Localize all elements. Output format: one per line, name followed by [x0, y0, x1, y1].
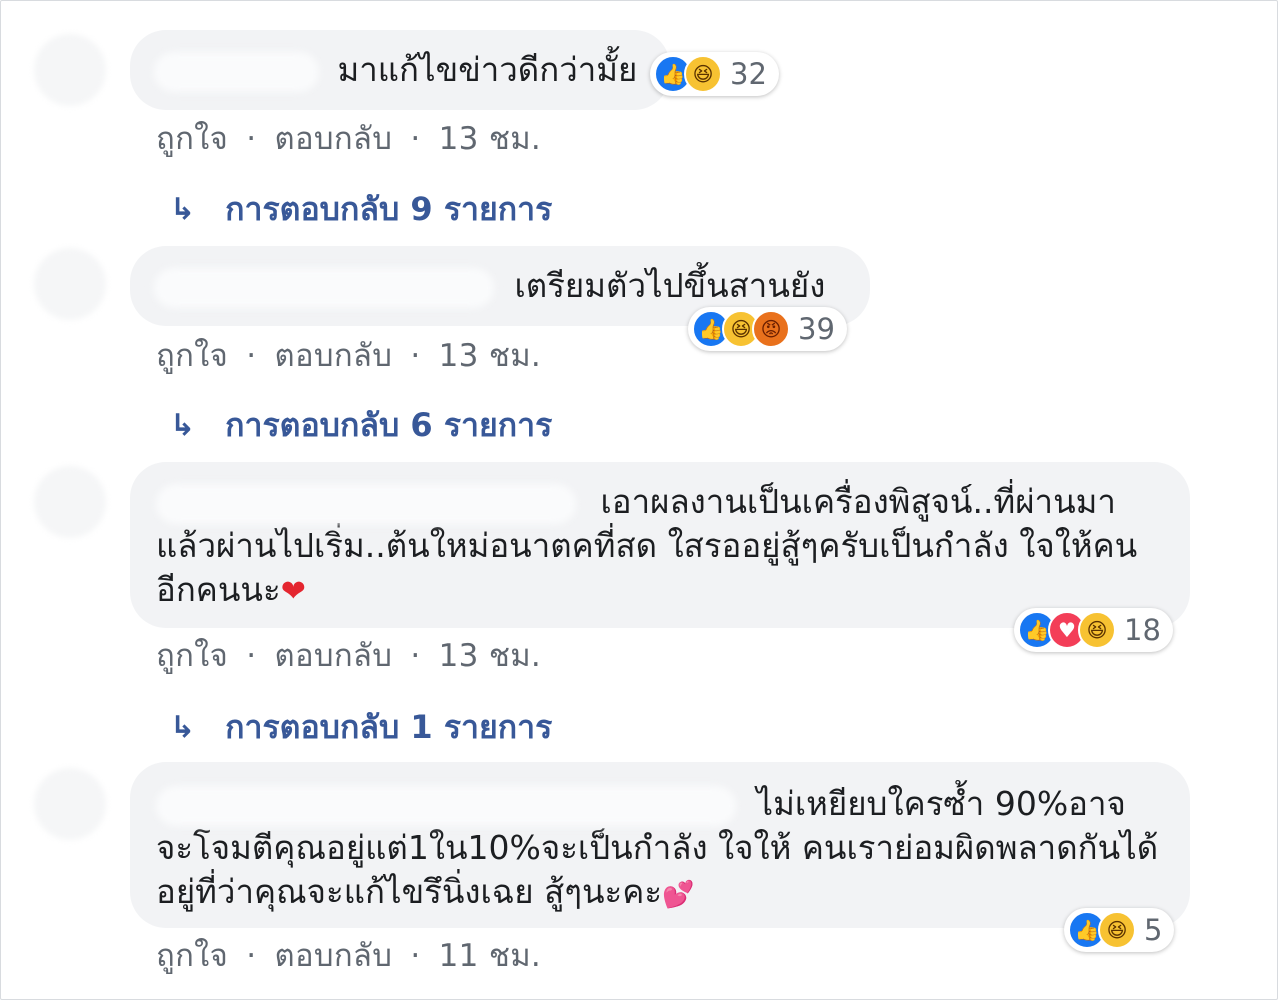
reactions-summary[interactable]: 👍 😆 5 [1064, 908, 1175, 952]
reply-arrow-icon: ↳ [170, 710, 196, 745]
commenter-name-redacted[interactable] [154, 51, 319, 92]
like-link[interactable]: ถูกใจ [156, 338, 228, 374]
separator: · [246, 338, 257, 374]
reply-link[interactable]: ตอบกลับ [275, 121, 393, 157]
like-link[interactable]: ถูกใจ [156, 938, 228, 974]
reaction-count: 18 [1124, 613, 1161, 647]
commenter-name-redacted[interactable] [154, 267, 494, 308]
timestamp[interactable]: 13 ชม. [439, 338, 541, 374]
haha-icon: 😆 [684, 55, 722, 93]
comment-actions: ถูกใจ · ตอบกลับ · 13 ชม. [156, 330, 541, 380]
reply-arrow-icon: ↳ [170, 408, 196, 443]
reply-arrow-icon: ↳ [170, 192, 196, 227]
separator: · [410, 121, 421, 157]
comment-actions: ถูกใจ · ตอบกลับ · 11 ชม. [156, 930, 541, 980]
comment-bubble: มาแก้ไขข่าวดีกว่ามั้ย [130, 30, 670, 110]
replies-count-label[interactable]: การตอบกลับ 1 รายการ [225, 702, 552, 753]
heart-emoji: ❤ [280, 574, 306, 609]
timestamp[interactable]: 11 ชม. [439, 938, 541, 974]
reaction-count: 32 [730, 57, 767, 91]
like-link[interactable]: ถูกใจ [156, 638, 228, 674]
separator: · [410, 338, 421, 374]
comment-bubble: ไม่เหยียบใครซ้ำ 90%อาจจะโจมตีคุณอยู่แต่1… [130, 762, 1190, 928]
avatar[interactable] [34, 466, 106, 538]
timestamp[interactable]: 13 ชม. [439, 121, 541, 157]
separator: · [246, 121, 257, 157]
commenter-name-redacted[interactable] [156, 483, 576, 524]
commenter-name-redacted[interactable] [156, 785, 736, 826]
view-replies-link[interactable]: ↳ การตอบกลับ 9 รายการ [170, 184, 552, 235]
avatar[interactable] [34, 768, 106, 840]
avatar[interactable] [34, 34, 106, 106]
timestamp[interactable]: 13 ชม. [439, 638, 541, 674]
avatar[interactable] [34, 248, 106, 320]
separator: · [410, 938, 421, 974]
separator: · [246, 938, 257, 974]
reactions-summary[interactable]: 👍 😆 32 [650, 52, 779, 96]
comment-text: มาแก้ไขข่าวดีกว่ามั้ย [337, 50, 638, 89]
reaction-count: 5 [1144, 913, 1163, 947]
comment-text: เตรียมตัวไปขึ้นสานยัง [514, 266, 826, 305]
separator: · [246, 638, 257, 674]
separator: · [410, 638, 421, 674]
haha-icon: 😆 [1098, 911, 1136, 949]
haha-icon: 😆 [1078, 611, 1116, 649]
comment-actions: ถูกใจ · ตอบกลับ · 13 ชม. [156, 630, 541, 680]
reply-link[interactable]: ตอบกลับ [275, 638, 393, 674]
view-replies-link[interactable]: ↳ การตอบกลับ 1 รายการ [170, 702, 552, 753]
view-replies-link[interactable]: ↳ การตอบกลับ 6 รายการ [170, 400, 552, 451]
replies-count-label[interactable]: การตอบกลับ 6 รายการ [225, 400, 552, 451]
reactions-summary[interactable]: 👍 ♥ 😆 18 [1014, 608, 1173, 652]
comment-actions: ถูกใจ · ตอบกลับ · 13 ชม. [156, 113, 541, 163]
reactions-summary[interactable]: 👍 😆 😡 39 [688, 307, 847, 351]
replies-count-label[interactable]: การตอบกลับ 9 รายการ [225, 184, 552, 235]
angry-icon: 😡 [752, 310, 790, 348]
comment-bubble: เอาผลงานเป็นเครื่องพิสูจน์..ที่ผ่านมาแล้… [130, 462, 1190, 628]
reaction-count: 39 [798, 312, 835, 346]
reply-link[interactable]: ตอบกลับ [275, 338, 393, 374]
reply-link[interactable]: ตอบกลับ [275, 938, 393, 974]
like-link[interactable]: ถูกใจ [156, 121, 228, 157]
two-hearts-emoji: 💕 [662, 880, 695, 910]
